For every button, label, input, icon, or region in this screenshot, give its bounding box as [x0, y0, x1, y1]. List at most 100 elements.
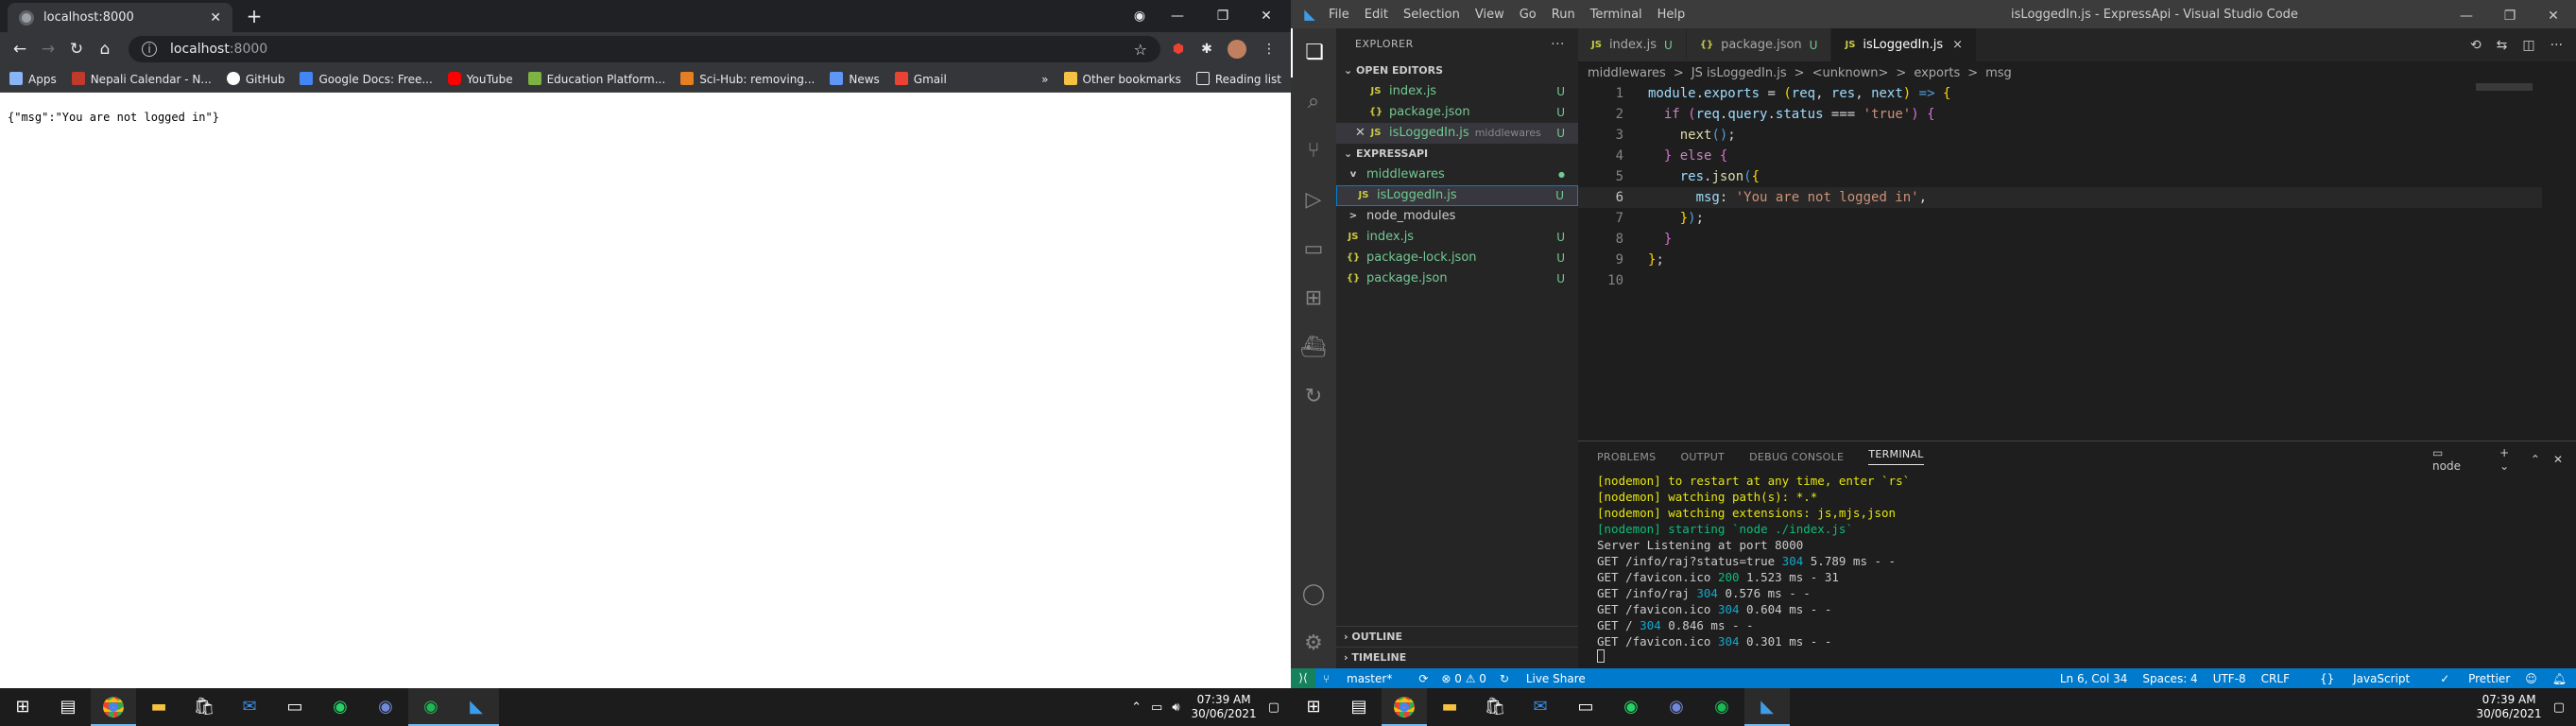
- menu-help[interactable]: Help: [1657, 8, 1686, 22]
- breadcrumb-item[interactable]: exports: [1914, 66, 1960, 80]
- search-icon[interactable]: ⌕: [1291, 78, 1336, 127]
- forward-icon[interactable]: →: [34, 35, 62, 63]
- close-editor-icon[interactable]: ✕: [1355, 123, 1368, 144]
- whatsapp-icon[interactable]: ◉: [318, 688, 363, 726]
- chrome-profile-icon[interactable]: ◉: [1121, 4, 1159, 28]
- notifications-icon[interactable]: 🔔︎: [2552, 672, 2567, 685]
- live-share-icon[interactable]: ↻: [1291, 372, 1336, 422]
- terminal-output[interactable]: [nodemon] to restart at any time, enter …: [1597, 473, 2542, 666]
- sync-icon[interactable]: ⟳: [1418, 672, 1428, 685]
- live-share-button[interactable]: ↻ Live Share: [1500, 672, 1599, 685]
- vs-minimize-button[interactable]: —: [2447, 4, 2485, 28]
- menu-terminal[interactable]: Terminal: [1590, 8, 1642, 22]
- vs-close-button[interactable]: ✕: [2534, 4, 2572, 28]
- remote-explorer-icon[interactable]: ▭: [1291, 225, 1336, 274]
- tab-index-js[interactable]: JS index.js U: [1578, 28, 1687, 61]
- problems-count[interactable]: ⊗ 0 ⚠ 0: [1441, 672, 1486, 685]
- open-editors-section[interactable]: ⌄ OPEN EDITORS: [1336, 60, 1578, 81]
- back-icon[interactable]: ←: [6, 35, 34, 63]
- bookmark-github[interactable]: GitHub: [226, 72, 284, 86]
- action-center-icon[interactable]: ▢: [1268, 700, 1279, 715]
- file-explorer-icon[interactable]: ▬: [136, 688, 181, 726]
- new-terminal-icon[interactable]: + ⌄: [2499, 446, 2517, 473]
- breadcrumb-item[interactable]: msg: [1985, 66, 2012, 80]
- tree-file-package[interactable]: {} package.json U: [1336, 268, 1578, 289]
- start-icon[interactable]: ⊞: [1291, 688, 1336, 726]
- feedback-icon[interactable]: ☺: [2525, 672, 2537, 685]
- menu-run[interactable]: Run: [1552, 8, 1575, 22]
- info-icon[interactable]: i: [142, 42, 157, 57]
- extensions-icon[interactable]: ✱: [1194, 38, 1219, 60]
- code-editor[interactable]: 1 module.exports = (req, res, next) => { …: [1578, 83, 2542, 291]
- tree-file-isloggedin[interactable]: JS isLoggedIn.js U: [1336, 185, 1578, 206]
- discord-icon[interactable]: ◉: [363, 688, 408, 726]
- whatsapp-icon[interactable]: ◉: [1608, 688, 1654, 726]
- home-icon[interactable]: ⌂: [91, 35, 119, 63]
- tree-folder-node-modules[interactable]: > node_modules: [1336, 206, 1578, 227]
- mail-icon[interactable]: ✉: [227, 688, 272, 726]
- tree-file-package-lock[interactable]: {} package-lock.json U: [1336, 248, 1578, 268]
- account-icon[interactable]: ◯: [1291, 570, 1336, 619]
- split-editor-icon[interactable]: ◫: [2522, 38, 2534, 53]
- vscode-app-icon[interactable]: ◣: [454, 688, 499, 726]
- close-window-button[interactable]: ✕: [1247, 4, 1285, 28]
- timeline-icon[interactable]: ⟲: [2470, 38, 2482, 53]
- breadcrumb-item[interactable]: JS isLoggedIn.js: [1692, 66, 1787, 80]
- breadcrumb-item[interactable]: middlewares: [1588, 66, 1666, 80]
- language-mode[interactable]: {} JavaScript: [2305, 672, 2410, 685]
- tab-problems[interactable]: PROBLEMS: [1597, 451, 1656, 463]
- open-editor-item[interactable]: JS index.js U: [1336, 81, 1578, 102]
- task-view-icon[interactable]: ▤: [45, 688, 91, 726]
- minimap[interactable]: [2476, 83, 2533, 91]
- task-view-icon[interactable]: ▤: [1336, 688, 1382, 726]
- vs-restore-button[interactable]: ❐: [2491, 4, 2529, 28]
- restore-button[interactable]: ❐: [1204, 4, 1242, 28]
- menu-go[interactable]: Go: [1520, 8, 1537, 22]
- reload-icon[interactable]: ↻: [62, 35, 91, 63]
- remote-icon[interactable]: ⟩⟨: [1291, 668, 1315, 688]
- close-tab-icon[interactable]: ×: [1952, 38, 1963, 52]
- file-explorer-icon[interactable]: ▬: [1427, 688, 1472, 726]
- close-panel-icon[interactable]: ✕: [2553, 453, 2563, 466]
- compare-icon[interactable]: ⇆: [2497, 38, 2508, 53]
- outline-section[interactable]: › OUTLINE: [1336, 626, 1578, 647]
- clock[interactable]: 07:39 AM 30/06/2021: [2477, 693, 2542, 721]
- discord-icon[interactable]: ◉: [1654, 688, 1699, 726]
- bookmark-gmail[interactable]: Gmail: [894, 72, 947, 86]
- bookmark-youtube[interactable]: YouTube: [447, 72, 513, 86]
- more-bookmarks-icon[interactable]: »: [1041, 73, 1048, 86]
- address-bar[interactable]: i localhost:8000 ☆: [129, 36, 1160, 62]
- chrome-app-icon[interactable]: [91, 688, 136, 726]
- more-icon[interactable]: ···: [2550, 38, 2563, 53]
- tree-folder-middlewares[interactable]: v middlewares ●: [1336, 164, 1578, 185]
- bookmark-nepali-calendar[interactable]: Nepali Calendar - N...: [71, 72, 212, 86]
- tray-chevron-icon[interactable]: ⌃: [1131, 700, 1142, 715]
- terminal-app-icon[interactable]: ▭: [272, 688, 318, 726]
- prettier-status[interactable]: ✓ Prettier: [2425, 672, 2510, 685]
- tab-output[interactable]: OUTPUT: [1680, 451, 1725, 463]
- menu-selection[interactable]: Selection: [1403, 8, 1460, 22]
- tab-package-json[interactable]: {} package.json U: [1686, 28, 1832, 61]
- mail-icon[interactable]: ✉: [1518, 688, 1563, 726]
- new-tab-button[interactable]: +: [244, 6, 265, 26]
- other-bookmarks[interactable]: Other bookmarks: [1063, 72, 1181, 86]
- maximize-panel-icon[interactable]: ⌃: [2531, 453, 2540, 466]
- tab-isloggedin-js[interactable]: JS isLoggedIn.js ×: [1831, 28, 1978, 61]
- volume-icon[interactable]: 🔊︎: [1172, 700, 1179, 715]
- more-actions-icon[interactable]: ···: [1551, 28, 1565, 60]
- breadcrumb-item[interactable]: <unknown>: [1812, 66, 1889, 80]
- close-tab-icon[interactable]: ✕: [210, 10, 221, 26]
- bookmark-google-docs[interactable]: Google Docs: Free...: [300, 72, 433, 86]
- bookmark-news[interactable]: News: [830, 72, 880, 86]
- tree-file-index[interactable]: JS index.js U: [1336, 227, 1578, 248]
- start-icon[interactable]: ⊞: [0, 688, 45, 726]
- menu-edit[interactable]: Edit: [1365, 8, 1388, 22]
- clock[interactable]: 07:39 AM 30/06/2021: [1192, 693, 1257, 721]
- project-section[interactable]: ⌄ EXPRESSAPI: [1336, 144, 1578, 164]
- tab-terminal[interactable]: TERMINAL: [1868, 448, 1924, 465]
- bookmark-education[interactable]: Education Platform...: [527, 72, 665, 86]
- open-editor-item[interactable]: {} package.json U: [1336, 102, 1578, 123]
- open-editor-item-active[interactable]: ✕ JS isLoggedIn.js middlewares U: [1336, 123, 1578, 144]
- spotify-icon[interactable]: ◉: [1699, 688, 1744, 726]
- cursor-position[interactable]: Ln 6, Col 34: [2060, 672, 2128, 685]
